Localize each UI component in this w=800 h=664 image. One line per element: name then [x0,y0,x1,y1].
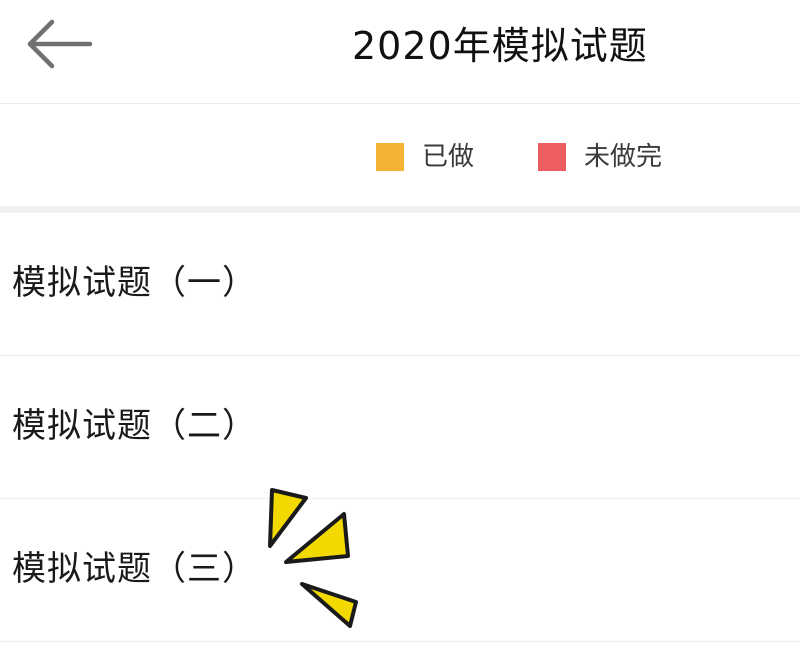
legend-unfinished-swatch [538,143,566,171]
exam-item-label: 模拟试题（一） [12,263,257,303]
top-bar: 2020年模拟试题 [0,0,800,104]
legend-unfinished: 未做完 [538,142,662,172]
legend-done: 已做 [376,142,474,172]
legend-done-swatch [376,143,404,171]
legend-unfinished-label: 未做完 [584,142,663,172]
exam-item-1[interactable]: 模拟试题（一） [0,213,800,356]
arrow-left-icon [27,19,93,69]
exam-item-label: 模拟试题（三） [12,549,257,589]
section-divider [0,206,800,213]
status-legend: 已做 未做完 [0,104,800,206]
back-button[interactable] [22,14,98,78]
page-title: 2020年模拟试题 [352,24,648,68]
exam-item-label: 模拟试题（二） [12,406,257,446]
exam-item-2[interactable]: 模拟试题（二） [0,356,800,499]
legend-done-label: 已做 [422,142,475,172]
exam-item-3[interactable]: 模拟试题（三） [0,499,800,642]
app-screen: 2020年模拟试题 已做 未做完 模拟试题（一） 模拟试题（二） 模拟试题（三） [0,0,800,664]
exam-list: 模拟试题（一） 模拟试题（二） 模拟试题（三） [0,213,800,642]
